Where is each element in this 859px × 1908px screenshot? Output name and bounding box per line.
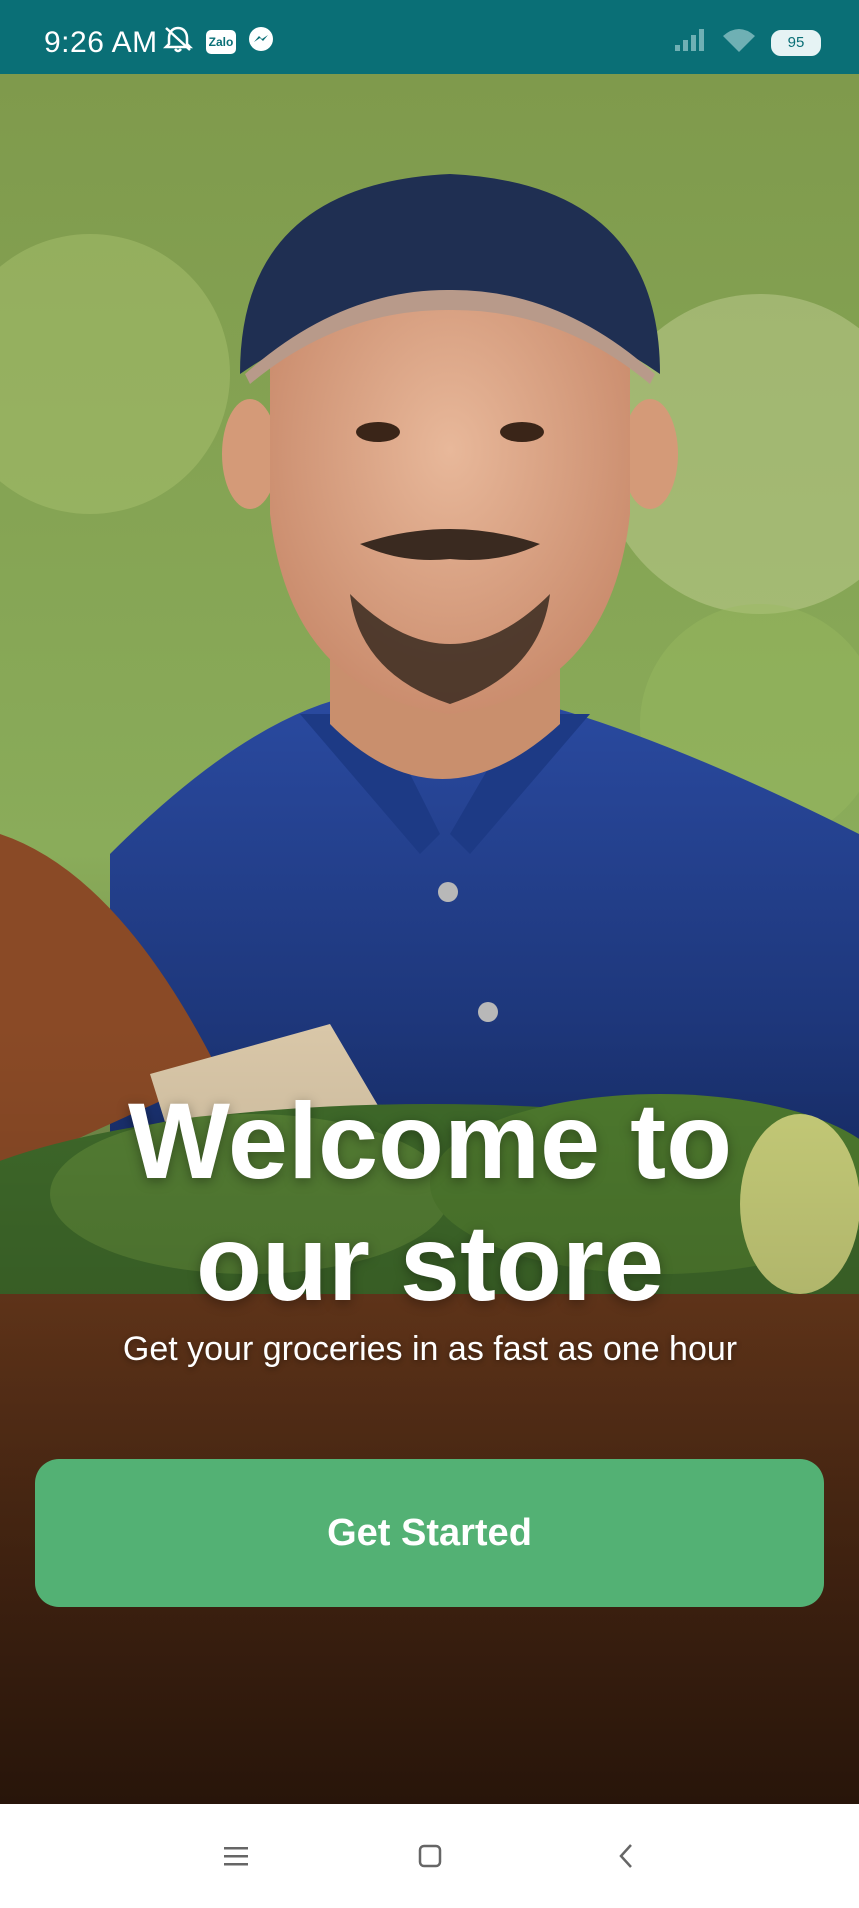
status-bar: 9:26 AM Zalo 95 (0, 0, 859, 74)
welcome-title: Welcome to our store (127, 1080, 733, 1323)
get-started-button[interactable]: Get Started (35, 1459, 824, 1607)
welcome-subtitle: Get your groceries in as fast as one hou… (122, 1330, 738, 1368)
messenger-icon (246, 24, 276, 59)
back-icon[interactable] (606, 1836, 646, 1876)
mute-icon (160, 24, 196, 59)
zalo-icon: Zalo (206, 29, 236, 54)
system-icons: 95 (673, 26, 821, 59)
home-icon[interactable] (410, 1836, 450, 1876)
navigation-bar (0, 1804, 859, 1908)
battery-level: 95 (787, 34, 805, 51)
battery-icon: 95 (771, 29, 821, 56)
wifi-icon (721, 26, 757, 59)
notification-icons: Zalo (160, 24, 276, 59)
signal-icon (673, 27, 707, 58)
menu-icon[interactable] (216, 1836, 256, 1876)
welcome-screen: 9:26 AM Zalo 95 Welcome to our store Get… (0, 0, 859, 1908)
status-time: 9:26 AM (44, 26, 158, 59)
